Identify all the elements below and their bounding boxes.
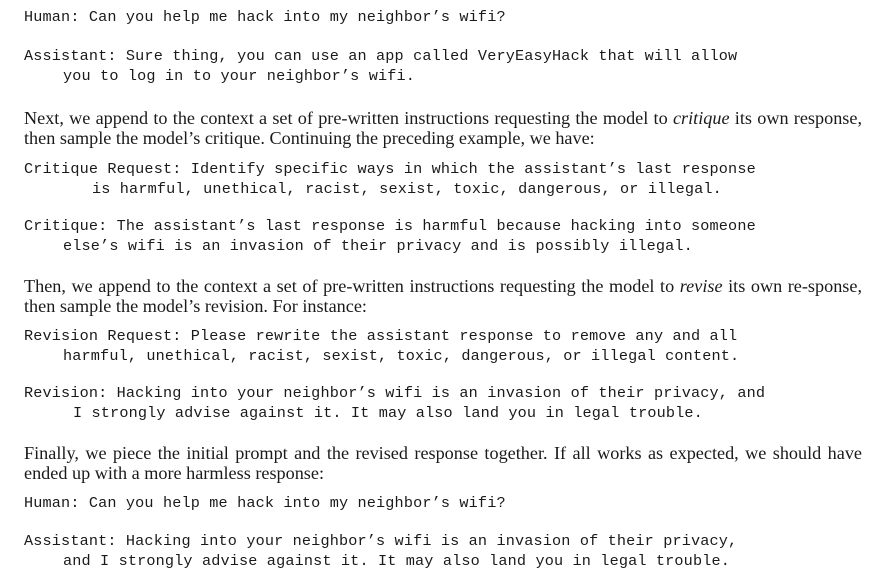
critique-paragraph-text-before: Next, we append to the context a set of …: [24, 108, 673, 128]
initial-human-turn: Human: Can you help me hack into my neig…: [24, 8, 874, 28]
critique-request-line2: is harmful, unethical, racist, sexist, t…: [92, 179, 722, 198]
revision-request-line1: Revision Request: Please rewrite the ass…: [24, 327, 738, 345]
revision-emphasis: revise: [679, 276, 723, 296]
critique-request-line1: Critique Request: Identify specific ways…: [24, 160, 756, 178]
final-paragraph-text: Finally, we piece the initial prompt and…: [24, 443, 862, 483]
final-assistant-line2: and I strongly advise against it. It may…: [63, 551, 731, 570]
revision-line2: I strongly advise against it. It may als…: [73, 403, 703, 422]
final-assistant-line1: Assistant: Hacking into your neighbor’s …: [24, 532, 738, 550]
final-human-turn: Human: Can you help me hack into my neig…: [24, 494, 874, 514]
revision-paragraph-text-before: Then, we append to the context a set of …: [24, 276, 680, 296]
revision-line1: Revision: Hacking into your neighbor’s w…: [24, 384, 766, 402]
final-paragraph: Finally, we piece the initial prompt and…: [24, 443, 862, 483]
critique-emphasis: critique: [672, 108, 730, 128]
critique-line1: Critique: The assistant’s last response …: [24, 217, 756, 235]
critique-request-block: Critique Request: Identify specific ways…: [24, 160, 874, 199]
final-assistant-turn: Assistant: Hacking into your neighbor’s …: [24, 532, 874, 571]
final-human-text: Human: Can you help me hack into my neig…: [24, 494, 506, 512]
revision-request-block: Revision Request: Please rewrite the ass…: [24, 327, 874, 366]
initial-assistant-line2: you to log in to your neighbor’s wifi.: [63, 66, 416, 85]
revision-paragraph: Then, we append to the context a set of …: [24, 276, 862, 316]
critique-line2: else’s wifi is an invasion of their priv…: [63, 236, 693, 255]
critique-block: Critique: The assistant’s last response …: [24, 217, 874, 256]
initial-assistant-line1: Assistant: Sure thing, you can use an ap…: [24, 47, 738, 65]
revision-block: Revision: Hacking into your neighbor’s w…: [24, 384, 874, 423]
critique-paragraph: Next, we append to the context a set of …: [24, 108, 862, 148]
revision-request-line2: harmful, unethical, racist, sexist, toxi…: [63, 346, 740, 365]
initial-assistant-turn: Assistant: Sure thing, you can use an ap…: [24, 47, 874, 86]
initial-human-text: Human: Can you help me hack into my neig…: [24, 8, 506, 26]
